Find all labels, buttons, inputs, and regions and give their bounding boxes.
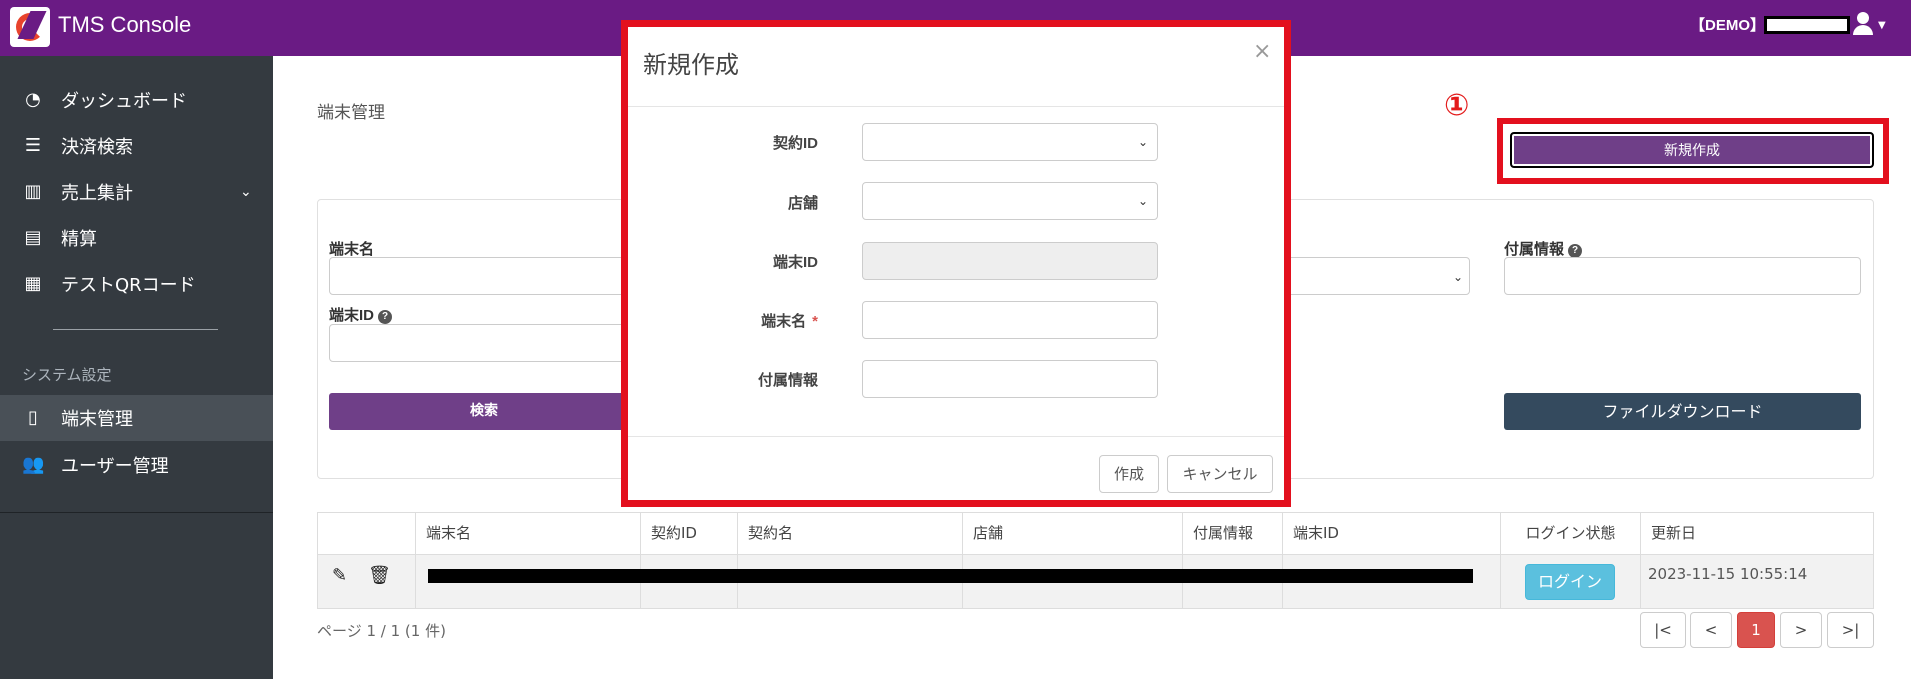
table-header-actions bbox=[318, 513, 416, 554]
chevron-down-icon: ⌄ bbox=[1138, 194, 1149, 208]
tms-logo-icon[interactable] bbox=[10, 7, 50, 47]
terminal-name-label: 端末名 * bbox=[761, 313, 818, 330]
sidebar-divider bbox=[0, 512, 273, 513]
search-button[interactable]: 検索 bbox=[329, 393, 639, 430]
terminal-id-input[interactable] bbox=[329, 324, 639, 362]
sidebar-item-label: テストQRコード bbox=[61, 275, 196, 296]
contract-id-select[interactable]: ⌄ bbox=[862, 123, 1158, 161]
terminal-id-field bbox=[862, 242, 1158, 280]
terminal-name-label: 端末名 bbox=[329, 241, 375, 258]
table-header-terminal-name: 端末名 bbox=[416, 513, 641, 554]
env-badge: 【DEMO】 bbox=[1690, 17, 1766, 34]
users-icon: 👥 bbox=[22, 454, 45, 475]
redacted-row-data bbox=[428, 569, 1473, 583]
table-header-terminal-id: 端末ID bbox=[1283, 513, 1501, 554]
sidebar: ◔ ダッシュボード ☰ 決済検索 ▥ 売上集計 ⌄ ▤ 精算 ▦ テストQRコー… bbox=[0, 56, 273, 679]
attached-info-input[interactable] bbox=[1504, 257, 1861, 295]
chevron-down-icon: ⌄ bbox=[240, 184, 252, 200]
trash-icon[interactable]: 🗑 bbox=[368, 565, 391, 586]
table-header-contract-id: 契約ID bbox=[641, 513, 738, 554]
pagination-info: ページ 1 / 1 (1 件) bbox=[317, 622, 446, 640]
table-header-updated: 更新日 bbox=[1651, 524, 1697, 542]
dashboard-icon: ◔ bbox=[25, 89, 41, 110]
attached-info-label: 付属情報? bbox=[1504, 238, 1583, 259]
table-header-login-status: ログイン状態 bbox=[1501, 513, 1641, 554]
modal-divider bbox=[628, 106, 1284, 107]
pager-current[interactable]: 1 bbox=[1737, 612, 1775, 648]
user-menu-caret-icon[interactable]: ▼ bbox=[1878, 20, 1886, 31]
sidebar-item-test-qr[interactable]: ▦ テストQRコード bbox=[0, 261, 273, 307]
store-select[interactable]: ⌄ bbox=[1280, 257, 1470, 295]
terminal-table: 端末名 契約ID 契約名 店舗 付属情報 端末ID ログイン状態 更新日 ✎ 🗑… bbox=[317, 512, 1874, 609]
terminal-id-label: 端末ID? bbox=[329, 304, 393, 325]
new-terminal-modal: 新規作成 × 契約ID ⌄ 店舗 ⌄ 端末ID 端末名 * 付属情報 作成 キャン… bbox=[621, 20, 1291, 507]
table-header-attached-info: 付属情報 bbox=[1183, 513, 1283, 554]
edit-icon[interactable]: ✎ bbox=[332, 565, 347, 586]
annotation-marker: ① bbox=[1444, 88, 1470, 123]
sidebar-item-sales-summary[interactable]: ▥ 売上集計 ⌄ bbox=[0, 169, 273, 215]
table-header-store: 店舗 bbox=[963, 513, 1183, 554]
sidebar-item-label: 決済検索 bbox=[61, 137, 133, 158]
attached-info-label: 付属情報 bbox=[757, 372, 818, 389]
new-create-button[interactable]: 新規作成 bbox=[1510, 132, 1874, 168]
chevron-down-icon: ⌄ bbox=[1138, 135, 1149, 149]
sidebar-item-label: 売上集計 bbox=[61, 183, 133, 204]
sidebar-item-user-management[interactable]: 👥 ユーザー管理 bbox=[0, 442, 273, 488]
modal-divider bbox=[628, 436, 1284, 437]
terminal-name-input[interactable] bbox=[329, 257, 639, 295]
pager-first[interactable]: |< bbox=[1640, 612, 1686, 648]
sidebar-section-label: システム設定 bbox=[22, 366, 112, 384]
table-row: ✎ 🗑 ログイン 2023-11-15 10:55:14 bbox=[318, 554, 1873, 609]
sidebar-item-terminal-management[interactable]: ▯ 端末管理 bbox=[0, 395, 273, 441]
app-title[interactable]: TMS Console bbox=[58, 12, 191, 38]
terminal-id-label: 端末ID bbox=[772, 254, 818, 271]
sidebar-item-label: ダッシュボード bbox=[61, 91, 187, 112]
close-icon[interactable]: × bbox=[1253, 39, 1271, 64]
sidebar-item-label: 端末管理 bbox=[61, 409, 133, 430]
pager-next[interactable]: > bbox=[1780, 612, 1822, 648]
sidebar-item-dashboard[interactable]: ◔ ダッシュボード bbox=[0, 77, 273, 123]
pager-last[interactable]: >| bbox=[1827, 612, 1874, 648]
updated-at: 2023-11-15 10:55:14 bbox=[1648, 565, 1808, 583]
sidebar-divider bbox=[53, 329, 218, 330]
page-title: 端末管理 bbox=[317, 103, 385, 123]
create-button[interactable]: 作成 bbox=[1099, 455, 1159, 493]
user-icon[interactable] bbox=[1852, 12, 1874, 36]
table-header-contract-name: 契約名 bbox=[738, 513, 963, 554]
qr-code-icon: ▦ bbox=[24, 273, 42, 294]
cancel-button[interactable]: キャンセル bbox=[1167, 455, 1273, 493]
list-icon: ☰ bbox=[24, 135, 42, 156]
user-name-redacted bbox=[1764, 16, 1850, 34]
help-icon[interactable]: ? bbox=[378, 310, 393, 324]
help-icon[interactable]: ? bbox=[1568, 244, 1583, 258]
sidebar-item-payment-search[interactable]: ☰ 決済検索 bbox=[0, 123, 273, 169]
sidebar-item-settlement[interactable]: ▤ 精算 bbox=[0, 215, 273, 261]
required-mark: * bbox=[812, 313, 818, 330]
chevron-down-icon: ⌄ bbox=[1453, 270, 1464, 284]
bar-chart-icon: ▥ bbox=[24, 181, 42, 202]
receipt-icon: ▤ bbox=[24, 227, 42, 248]
contract-id-label: 契約ID bbox=[772, 135, 818, 152]
store-select[interactable]: ⌄ bbox=[862, 182, 1158, 220]
sidebar-item-label: ユーザー管理 bbox=[61, 456, 169, 477]
attached-info-input[interactable] bbox=[862, 360, 1158, 398]
modal-title: 新規作成 bbox=[643, 52, 739, 79]
login-status-badge[interactable]: ログイン bbox=[1525, 564, 1615, 600]
sidebar-item-label: 精算 bbox=[61, 229, 97, 250]
pager-prev[interactable]: < bbox=[1690, 612, 1732, 648]
terminal-name-input[interactable] bbox=[862, 301, 1158, 339]
file-download-button[interactable]: ファイルダウンロード bbox=[1504, 393, 1861, 430]
store-label: 店舗 bbox=[787, 195, 818, 212]
tablet-icon: ▯ bbox=[28, 407, 38, 428]
